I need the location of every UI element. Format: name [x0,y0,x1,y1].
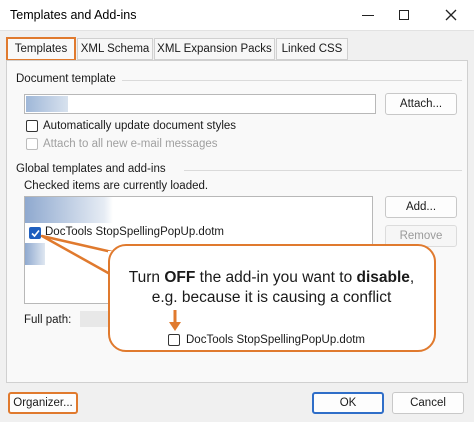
full-path-label: Full path: [24,314,72,326]
attach-button-label: Attach... [399,98,443,110]
callout-text: , [409,269,415,286]
callout-box: Turn OFF the add-in you want to disable,… [108,244,436,352]
tab-label: XML Expansion Packs [157,43,272,55]
organizer-button[interactable]: Organizer... [8,392,78,414]
auto-update-checkbox[interactable] [26,120,38,132]
ok-button[interactable]: OK [312,392,384,414]
document-template-label: Document template [16,73,116,85]
remove-button-label: Remove [399,230,443,242]
example-addin-label: DocTools StopSpellingPopUp.dotm [186,334,365,346]
window-title: Templates and Add-ins [10,8,137,22]
list-item[interactable] [25,197,113,223]
title-bar: Templates and Add-ins [0,0,474,30]
tab-linked-css[interactable]: Linked CSS [276,38,348,60]
tab-xml-schema[interactable]: XML Schema [77,38,153,60]
loaded-hint: Checked items are currently loaded. [24,180,209,192]
cancel-button[interactable]: Cancel [392,392,464,414]
minimize-icon [362,14,374,16]
cancel-button-label: Cancel [410,397,446,409]
tab-label: XML Schema [80,43,150,55]
callout-emphasis: OFF [164,269,196,286]
full-path-value [80,311,108,327]
callout-line-1: Turn OFF the add-in you want to disable, [110,268,433,287]
callout-text: the add-in you want to [195,269,357,286]
attach-email-label: Attach to all new e-mail messages [43,138,218,150]
close-icon [445,9,457,21]
path-blur [26,96,68,112]
callout-emphasis: disable [356,269,410,286]
auto-update-label: Automatically update document styles [43,120,237,132]
tab-xml-expansion-packs[interactable]: XML Expansion Packs [154,38,275,60]
maximize-icon [399,10,409,20]
tab-label: Linked CSS [281,43,343,55]
add-button[interactable]: Add... [385,196,457,218]
add-button-label: Add... [405,201,437,213]
global-templates-label: Global templates and add-ins [16,163,166,175]
callout-line-2: e.g. because it is causing a conflict [151,289,392,306]
close-button[interactable] [430,0,472,30]
callout-text: Turn [128,269,165,286]
organizer-button-label: Organizer... [13,397,73,409]
example-unchecked-checkbox [168,334,180,346]
template-path-input[interactable] [24,94,376,114]
ok-button-label: OK [339,397,357,409]
maximize-button[interactable] [383,0,425,30]
arrow-down-icon [169,310,181,331]
tab-label: Templates [14,43,68,55]
attach-button[interactable]: Attach... [385,93,457,115]
group-divider [122,80,462,81]
tab-templates[interactable]: Templates [6,37,76,61]
attach-email-checkbox[interactable] [26,138,38,150]
group-divider [184,170,462,171]
checkmark-icon [30,229,40,237]
